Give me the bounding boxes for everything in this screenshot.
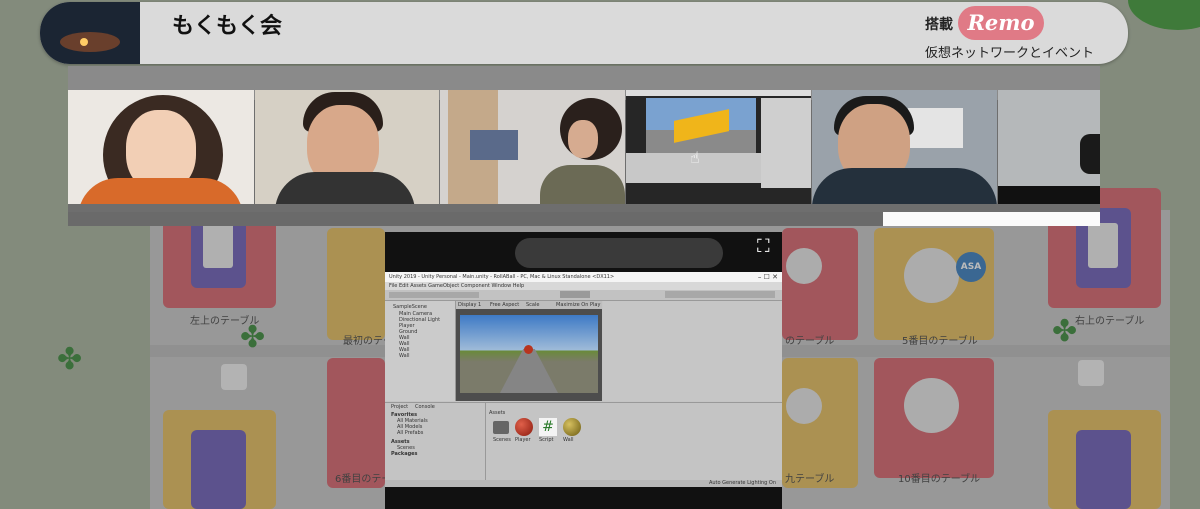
folder-icon[interactable] [493, 421, 509, 434]
script-icon[interactable]: # [539, 418, 557, 436]
material-yellow-icon[interactable] [563, 418, 581, 436]
display-dropdown[interactable]: Display 1 [458, 302, 481, 308]
asset-label: Script [539, 437, 554, 443]
asset-label: Scenes [493, 437, 511, 443]
tile-black-bar [998, 186, 1100, 204]
asset-label: Player [515, 437, 531, 443]
console-tab[interactable]: Console [415, 404, 435, 410]
hierarchy-item[interactable]: Wall [399, 353, 409, 359]
game-view-toolbar: Display 1 Free Aspect Scale Maximize On … [456, 301, 602, 309]
play-controls[interactable] [560, 291, 590, 298]
unity-editor: Unity 2019 - Unity Personal - Main.unity… [385, 272, 782, 487]
project-panel: Project Console Favorites All Materials … [385, 402, 782, 481]
asset-label: Wall [563, 437, 574, 443]
video-tile[interactable] [440, 90, 625, 204]
hierarchy-item[interactable]: SampleScene [393, 304, 427, 310]
aspect-dropdown[interactable]: Free Aspect [490, 302, 519, 308]
game-render [460, 315, 598, 393]
assets-tree-item[interactable]: Packages [391, 451, 418, 457]
video-strip-scroll-thumb[interactable] [883, 212, 1100, 226]
inspector-panel [603, 301, 782, 401]
video-tile[interactable] [68, 90, 254, 204]
unity-status-bar: Auto Generate Lighting On [385, 480, 782, 487]
remo-logo[interactable]: Remo [958, 6, 1044, 40]
hierarchy-panel: SampleScene Main Camera Directional Ligh… [385, 301, 456, 401]
player-ball [524, 345, 533, 354]
scale-slider[interactable]: Scale [526, 302, 539, 308]
event-title: もくもく会 [172, 14, 283, 39]
project-tab[interactable]: Project [391, 404, 408, 410]
event-logo [40, 2, 140, 64]
unity-title-bar: Unity 2019 - Unity Personal - Main.unity… [385, 272, 782, 282]
favorites-item[interactable]: All Prefabs [397, 430, 423, 436]
window-controls-icon[interactable]: – ☐ ✕ [758, 273, 778, 281]
layers-layout[interactable] [665, 291, 775, 298]
video-tile[interactable] [255, 90, 439, 204]
assets-breadcrumb[interactable]: Assets [489, 410, 505, 416]
status-text: Auto Generate Lighting On [708, 480, 776, 486]
ground-plane [500, 349, 558, 393]
powered-by-label: 搭載 [925, 17, 953, 33]
unity-toolbar [385, 290, 782, 301]
video-tile[interactable] [812, 90, 997, 204]
unity-menu[interactable]: File Edit Assets GameObject Component Wi… [389, 283, 524, 289]
fullscreen-icon[interactable]: ⛶ [757, 238, 775, 256]
unity-title: Unity 2019 - Unity Personal - Main.unity… [389, 274, 615, 280]
tagline: 仮想ネットワークとイベント [925, 46, 1095, 61]
hand-cursor-icon: ☝ [690, 148, 700, 167]
transform-tools[interactable] [389, 292, 479, 298]
screen-share-name [515, 238, 723, 268]
game-view: Display 1 Free Aspect Scale Maximize On … [456, 301, 602, 401]
unity-menu-bar: File Edit Assets GameObject Component Wi… [385, 282, 782, 290]
maximize-on-play-toggle[interactable]: Maximize On Play [556, 302, 600, 308]
material-red-icon[interactable] [515, 418, 533, 436]
video-tile-screen[interactable]: ☝ [626, 90, 811, 204]
